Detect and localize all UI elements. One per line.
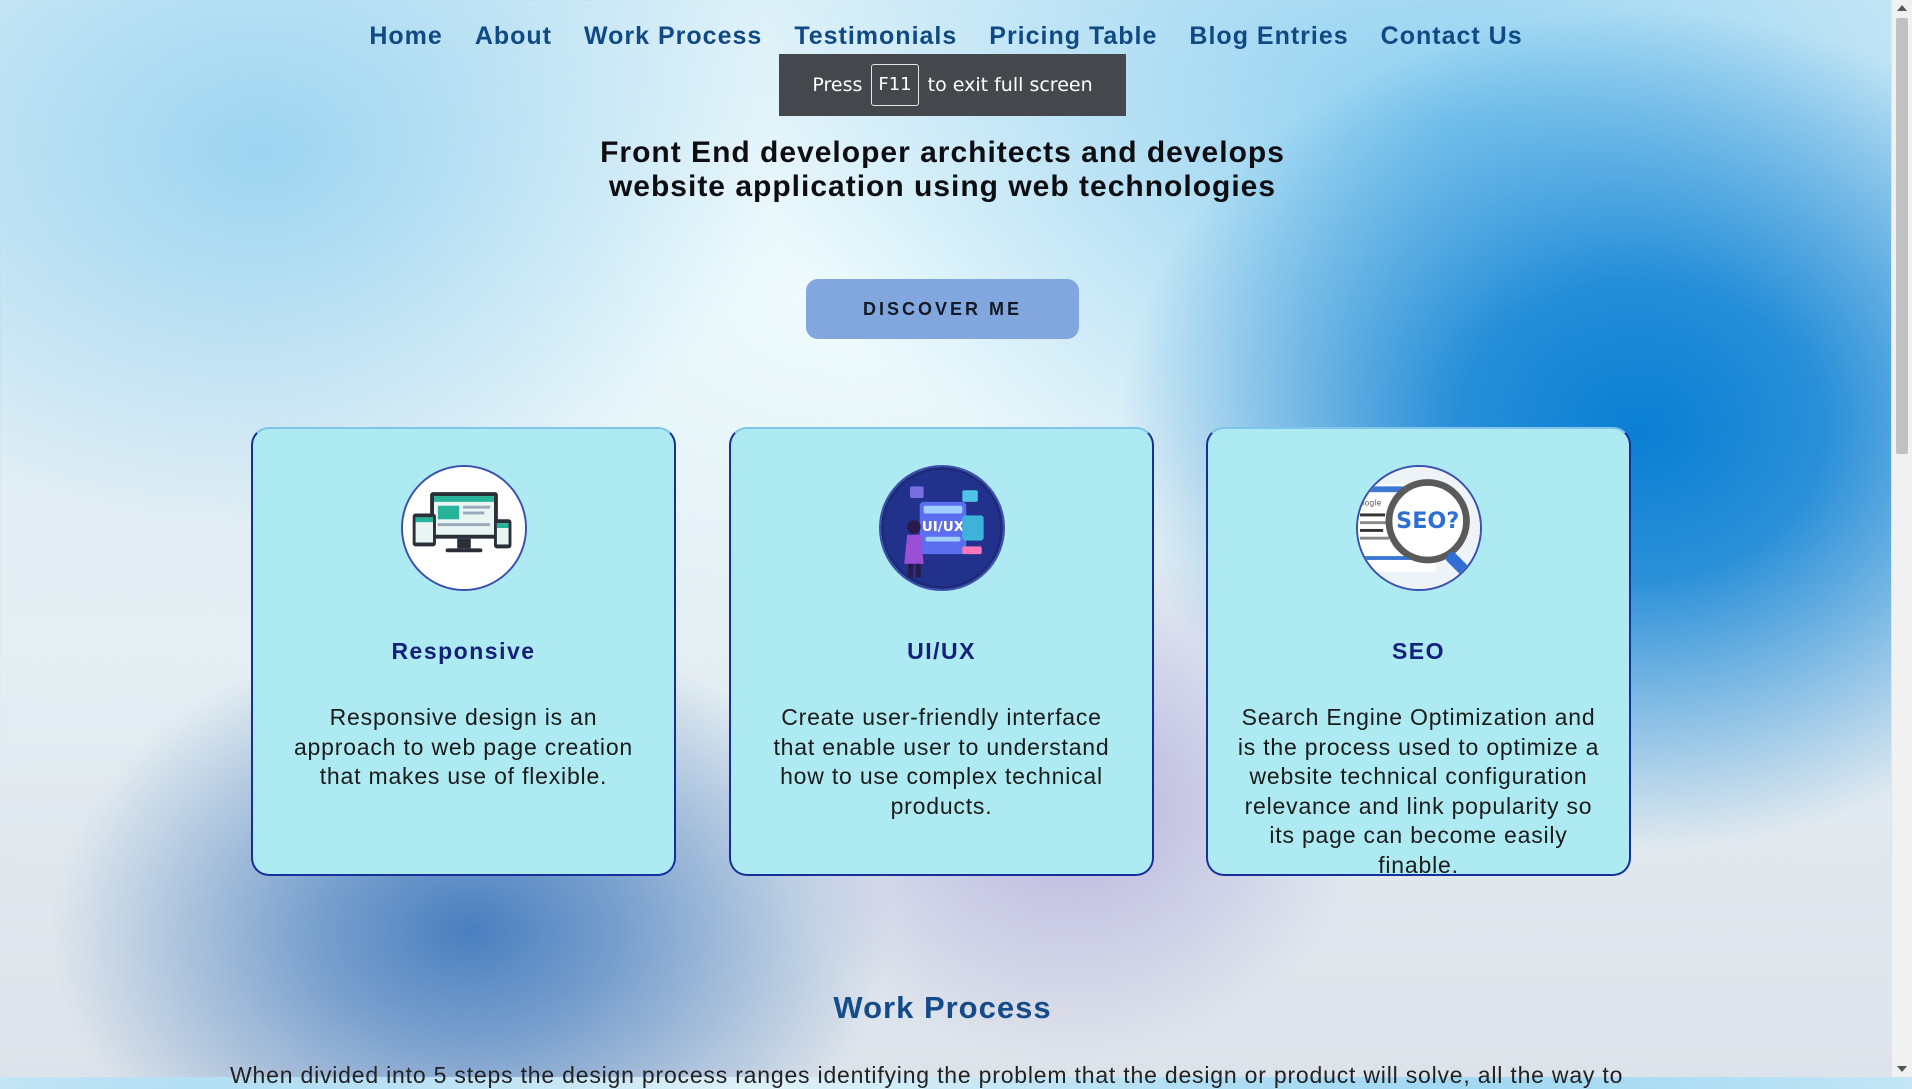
f11-key-label: F11 <box>871 64 919 106</box>
work-process-title: Work Process <box>833 990 1052 1025</box>
icon-seo-text: SEO? <box>1396 508 1459 534</box>
scroll-up-arrow-icon[interactable] <box>1897 5 1907 11</box>
responsive-devices-icon <box>401 465 527 591</box>
nav-contact-us-link[interactable]: Contact Us <box>1381 22 1523 51</box>
service-description: Create user-friendly interface that enab… <box>773 704 1110 819</box>
nav-about-link[interactable]: About <box>475 22 552 51</box>
main-nav: Home About Work Process Testimonials Pri… <box>0 22 1892 51</box>
service-title: Responsive <box>391 638 536 664</box>
vertical-scrollbar[interactable] <box>1891 0 1912 1077</box>
ui-ux-design-icon: UI/UX <box>879 465 1005 591</box>
icon-search-engine-text: oogle <box>1360 499 1382 508</box>
nav-pricing-table-link[interactable]: Pricing Table <box>989 22 1157 51</box>
nav-home-link[interactable]: Home <box>369 22 442 51</box>
nav-work-process-link[interactable]: Work Process <box>584 22 762 51</box>
fullscreen-exit-notice: Press F11 to exit full screen <box>779 54 1126 116</box>
svg-text:UI/UX: UI/UX <box>922 519 965 535</box>
scroll-down-arrow-icon[interactable] <box>1897 1066 1907 1072</box>
fullscreen-exit-text: to exit full screen <box>927 74 1093 96</box>
work-process-intro: When divided into 5 steps the design pro… <box>230 1062 1624 1088</box>
nav-testimonials-link[interactable]: Testimonials <box>794 22 957 51</box>
hero-title: Front End developer architects and devel… <box>600 136 1285 203</box>
service-description: Responsive design is an approach to web … <box>293 704 634 789</box>
scrollbar-thumb[interactable] <box>1896 18 1908 454</box>
service-card-responsive: Responsive Responsive design is an appro… <box>251 427 676 876</box>
discover-me-button[interactable]: DISCOVER ME <box>806 279 1079 339</box>
service-card-seo: oogle SEO? SEO Search Engine Optimizatio… <box>1206 427 1631 876</box>
fullscreen-press-text: Press <box>812 74 863 96</box>
nav-blog-entries-link[interactable]: Blog Entries <box>1189 22 1348 51</box>
service-description: Search Engine Optimization and is the pr… <box>1237 704 1600 876</box>
seo-magnifier-icon: oogle SEO? <box>1356 465 1482 591</box>
service-title: UI/UX <box>907 638 976 664</box>
service-card-ui-ux: UI/UX UI/UX Create user-friendly interfa… <box>729 427 1154 876</box>
service-title: SEO <box>1391 638 1446 664</box>
